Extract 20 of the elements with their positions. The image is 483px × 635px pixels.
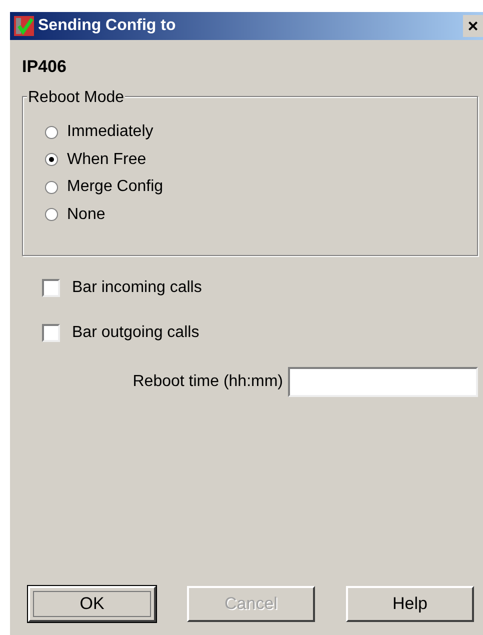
checkbox-label: Bar outgoing calls xyxy=(72,322,200,342)
radio-label: Merge Config xyxy=(67,177,164,198)
radio-label: Immediately xyxy=(67,122,154,142)
device-name: IP406 xyxy=(22,56,68,78)
dialog-button[interactable]: OK xyxy=(28,586,156,622)
input-field[interactable] xyxy=(288,366,478,396)
radio-button[interactable] xyxy=(45,208,58,222)
radio-label: When Free xyxy=(67,150,146,170)
radio-label: None xyxy=(67,204,106,225)
checkbox[interactable] xyxy=(42,324,60,342)
checkbox-label: Bar incoming calls xyxy=(72,278,202,298)
app-icon xyxy=(14,16,34,36)
radio-button[interactable] xyxy=(45,180,58,194)
close-button[interactable]: × xyxy=(463,15,483,37)
field-label: Reboot time (hh:mm) xyxy=(132,372,283,392)
radio-button[interactable] xyxy=(45,153,58,166)
radio-button[interactable] xyxy=(45,126,58,139)
window-title: Sending Config to xyxy=(38,16,176,36)
dialog-button[interactable]: Help xyxy=(346,586,474,622)
checkbox[interactable] xyxy=(42,278,60,296)
